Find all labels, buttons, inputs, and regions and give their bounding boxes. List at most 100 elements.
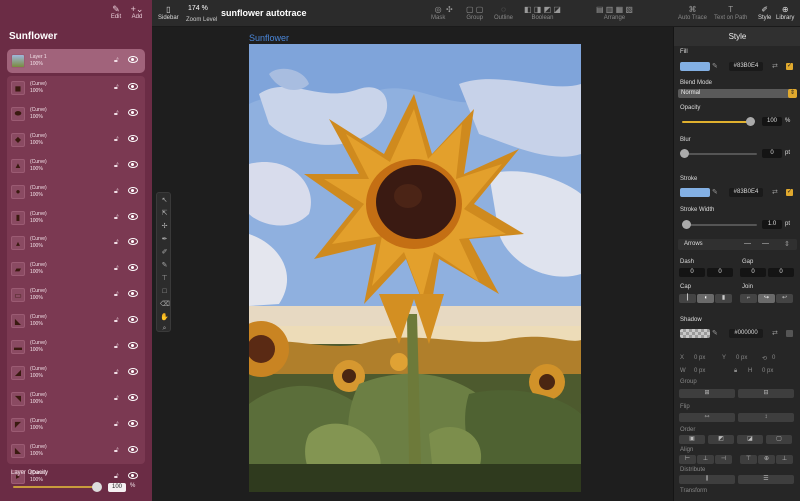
align-right-button[interactable]: ⊣ xyxy=(715,455,732,464)
eye-icon[interactable] xyxy=(128,264,138,272)
eye-icon[interactable] xyxy=(128,83,138,90)
eye-icon[interactable] xyxy=(128,212,138,220)
stroke-eyedropper-icon[interactable]: ✎ xyxy=(712,188,718,196)
auto-trace-button[interactable]: ⌘ Auto Trace xyxy=(678,5,707,21)
layer-row[interactable]: ⬬ (Curve) 100% 🔓︎ xyxy=(7,102,145,128)
chevron-updown-icon[interactable]: ⇕ xyxy=(784,240,790,248)
join-miter-button[interactable]: ⌐ xyxy=(740,294,757,303)
layer-opacity-knob[interactable] xyxy=(92,482,102,492)
eye-icon[interactable] xyxy=(128,56,138,63)
flip-vertical-button[interactable]: ↕ xyxy=(738,413,794,422)
dash-field-2[interactable]: 0 xyxy=(707,268,733,277)
shadow-hex-field[interactable]: #000000 xyxy=(729,329,763,338)
direct-select-tool-icon[interactable]: ⇱ xyxy=(160,209,169,218)
blur-slider[interactable] xyxy=(682,153,757,155)
style-tab-button[interactable]: ✐ Style xyxy=(758,5,771,21)
lock-icon[interactable]: 🔓︎ xyxy=(114,395,119,403)
lock-ratio-icon[interactable]: 🔒︎ xyxy=(734,368,737,375)
bring-forward-button[interactable]: ◩ xyxy=(708,435,734,444)
pencil-tool-icon[interactable]: ✎ xyxy=(160,261,169,270)
w-field[interactable]: 0 px xyxy=(694,368,705,374)
library-button[interactable]: ⊕ Library xyxy=(776,5,794,21)
fill-color-swatch[interactable] xyxy=(680,62,710,71)
eye-icon[interactable] xyxy=(128,160,138,168)
eye-icon[interactable] xyxy=(128,316,138,324)
rotation-field[interactable]: 0 xyxy=(772,355,775,361)
artboard[interactable] xyxy=(249,44,581,492)
eyedropper-icon[interactable]: ✎ xyxy=(712,62,718,70)
distribute-horizontal-button[interactable]: ⫼ xyxy=(679,475,735,484)
lock-icon[interactable]: 🔓︎ xyxy=(114,136,119,144)
stroke-width-knob[interactable] xyxy=(682,220,691,229)
fill-hex-field[interactable]: #83B0E4 xyxy=(729,62,763,71)
eye-icon[interactable] xyxy=(128,108,138,116)
lock-icon[interactable]: 🔓︎ xyxy=(114,291,119,299)
boolean-buttons[interactable]: ◧ ◨ ◩ ◪ Boolean xyxy=(524,5,561,21)
layer-row[interactable]: ▰ (Curve) 100% 🔓︎ xyxy=(7,257,145,283)
join-bevel-button[interactable]: ↩ xyxy=(776,294,793,303)
shadow-eyedropper-icon[interactable]: ✎ xyxy=(712,329,718,337)
shadow-enabled-checkbox[interactable] xyxy=(786,330,793,337)
dash-field-1[interactable]: 0 xyxy=(679,268,705,277)
layer-row[interactable]: ◣ (Curve) 100% 🔓︎ xyxy=(7,309,145,335)
lock-icon[interactable]: 🔓︎ xyxy=(114,369,119,377)
select-tool-icon[interactable]: ↖ xyxy=(160,196,169,205)
layer-row[interactable]: ◼ (Curve) 100% 🔓︎ xyxy=(7,76,145,102)
lock-icon[interactable]: 🔓︎ xyxy=(114,214,119,222)
join-round-button[interactable]: ↪ xyxy=(758,294,775,303)
lock-icon[interactable]: 🔓︎ xyxy=(114,239,119,247)
eye-icon[interactable] xyxy=(128,471,138,479)
hand-tool-icon[interactable]: ✋ xyxy=(160,313,169,322)
opacity-slider[interactable] xyxy=(682,121,752,123)
eraser-tool-icon[interactable]: ⌫ xyxy=(160,300,170,309)
send-backward-button[interactable]: ◪ xyxy=(737,435,763,444)
align-center-button[interactable]: ⊥ xyxy=(697,455,714,464)
ungroup-objects-button[interactable]: ⊟ xyxy=(738,389,794,398)
arrow-end-icon[interactable]: — xyxy=(762,240,769,247)
align-bottom-button[interactable]: ⊥ xyxy=(776,455,793,464)
sidebar-toggle-button[interactable]: ▯ Sidebar xyxy=(158,5,179,21)
artboard-label[interactable]: Sunflower xyxy=(249,33,289,43)
mask-button[interactable]: ◎ Mask xyxy=(431,5,445,21)
text-tool-icon[interactable]: ⊤ xyxy=(160,274,169,283)
layer-row[interactable]: ◢ (Curve) 100% 🔓︎ xyxy=(7,361,145,387)
layer-row[interactable]: ◆ (Curve) 100% 🔓︎ xyxy=(7,128,145,154)
layer-row[interactable]: ◥ (Curve) 100% 🔓︎ xyxy=(7,387,145,413)
eye-icon[interactable] xyxy=(128,367,138,375)
layer-row[interactable]: ● (Curve) 100% 🔓︎ xyxy=(7,180,145,206)
x-field[interactable]: 0 px xyxy=(694,355,705,361)
distribute-vertical-button[interactable]: ☰ xyxy=(738,475,794,484)
lock-icon[interactable]: 🔓︎ xyxy=(114,188,119,196)
layer-row[interactable]: ◤ (Curve) 100% 🔓︎ xyxy=(7,413,145,439)
node-tool-icon[interactable]: ✢ xyxy=(160,222,169,231)
align-top-button[interactable]: ⊤ xyxy=(740,455,757,464)
send-to-back-button[interactable]: ▢ xyxy=(766,435,792,444)
bring-to-front-button[interactable]: ▣ xyxy=(679,435,705,444)
align-left-button[interactable]: ⊢ xyxy=(679,455,696,464)
blur-knob[interactable] xyxy=(680,149,689,158)
layer-opacity-field[interactable]: 100 xyxy=(108,483,126,492)
gap-field-2[interactable]: 0 xyxy=(768,268,794,277)
stroke-width-field[interactable]: 1.0 xyxy=(762,220,782,229)
arrow-start-icon[interactable]: — xyxy=(744,240,751,247)
layer-row-selected[interactable]: Layer 1 100% 🔓︎ xyxy=(7,49,145,75)
group-button[interactable]: ▢ ▢ Group xyxy=(466,5,483,21)
lock-icon[interactable]: 🔓︎ xyxy=(114,343,119,351)
lock-icon[interactable]: 🔓︎ xyxy=(114,447,119,455)
blur-field[interactable]: 0 xyxy=(762,149,782,158)
unmask-button[interactable]: ✣ xyxy=(446,5,453,15)
stroke-hex-field[interactable]: #83B0E4 xyxy=(729,188,763,197)
fill-enabled-checkbox[interactable]: ✓ xyxy=(786,63,793,70)
eye-icon[interactable] xyxy=(128,186,138,194)
outline-button[interactable]: ◌ Outline xyxy=(494,5,513,21)
text-on-path-button[interactable]: T Text on Path xyxy=(714,5,747,21)
eye-icon[interactable] xyxy=(128,238,138,246)
eye-icon[interactable] xyxy=(128,445,138,453)
y-field[interactable]: 0 px xyxy=(736,355,747,361)
shadow-options-icon[interactable]: ⇄ xyxy=(772,329,778,337)
lock-icon[interactable]: 🔓︎ xyxy=(114,110,119,118)
brush-tool-icon[interactable]: ✐ xyxy=(160,248,169,257)
eye-icon[interactable] xyxy=(128,290,138,298)
stroke-enabled-checkbox[interactable]: ✓ xyxy=(786,189,793,196)
h-field[interactable]: 0 px xyxy=(762,368,773,374)
